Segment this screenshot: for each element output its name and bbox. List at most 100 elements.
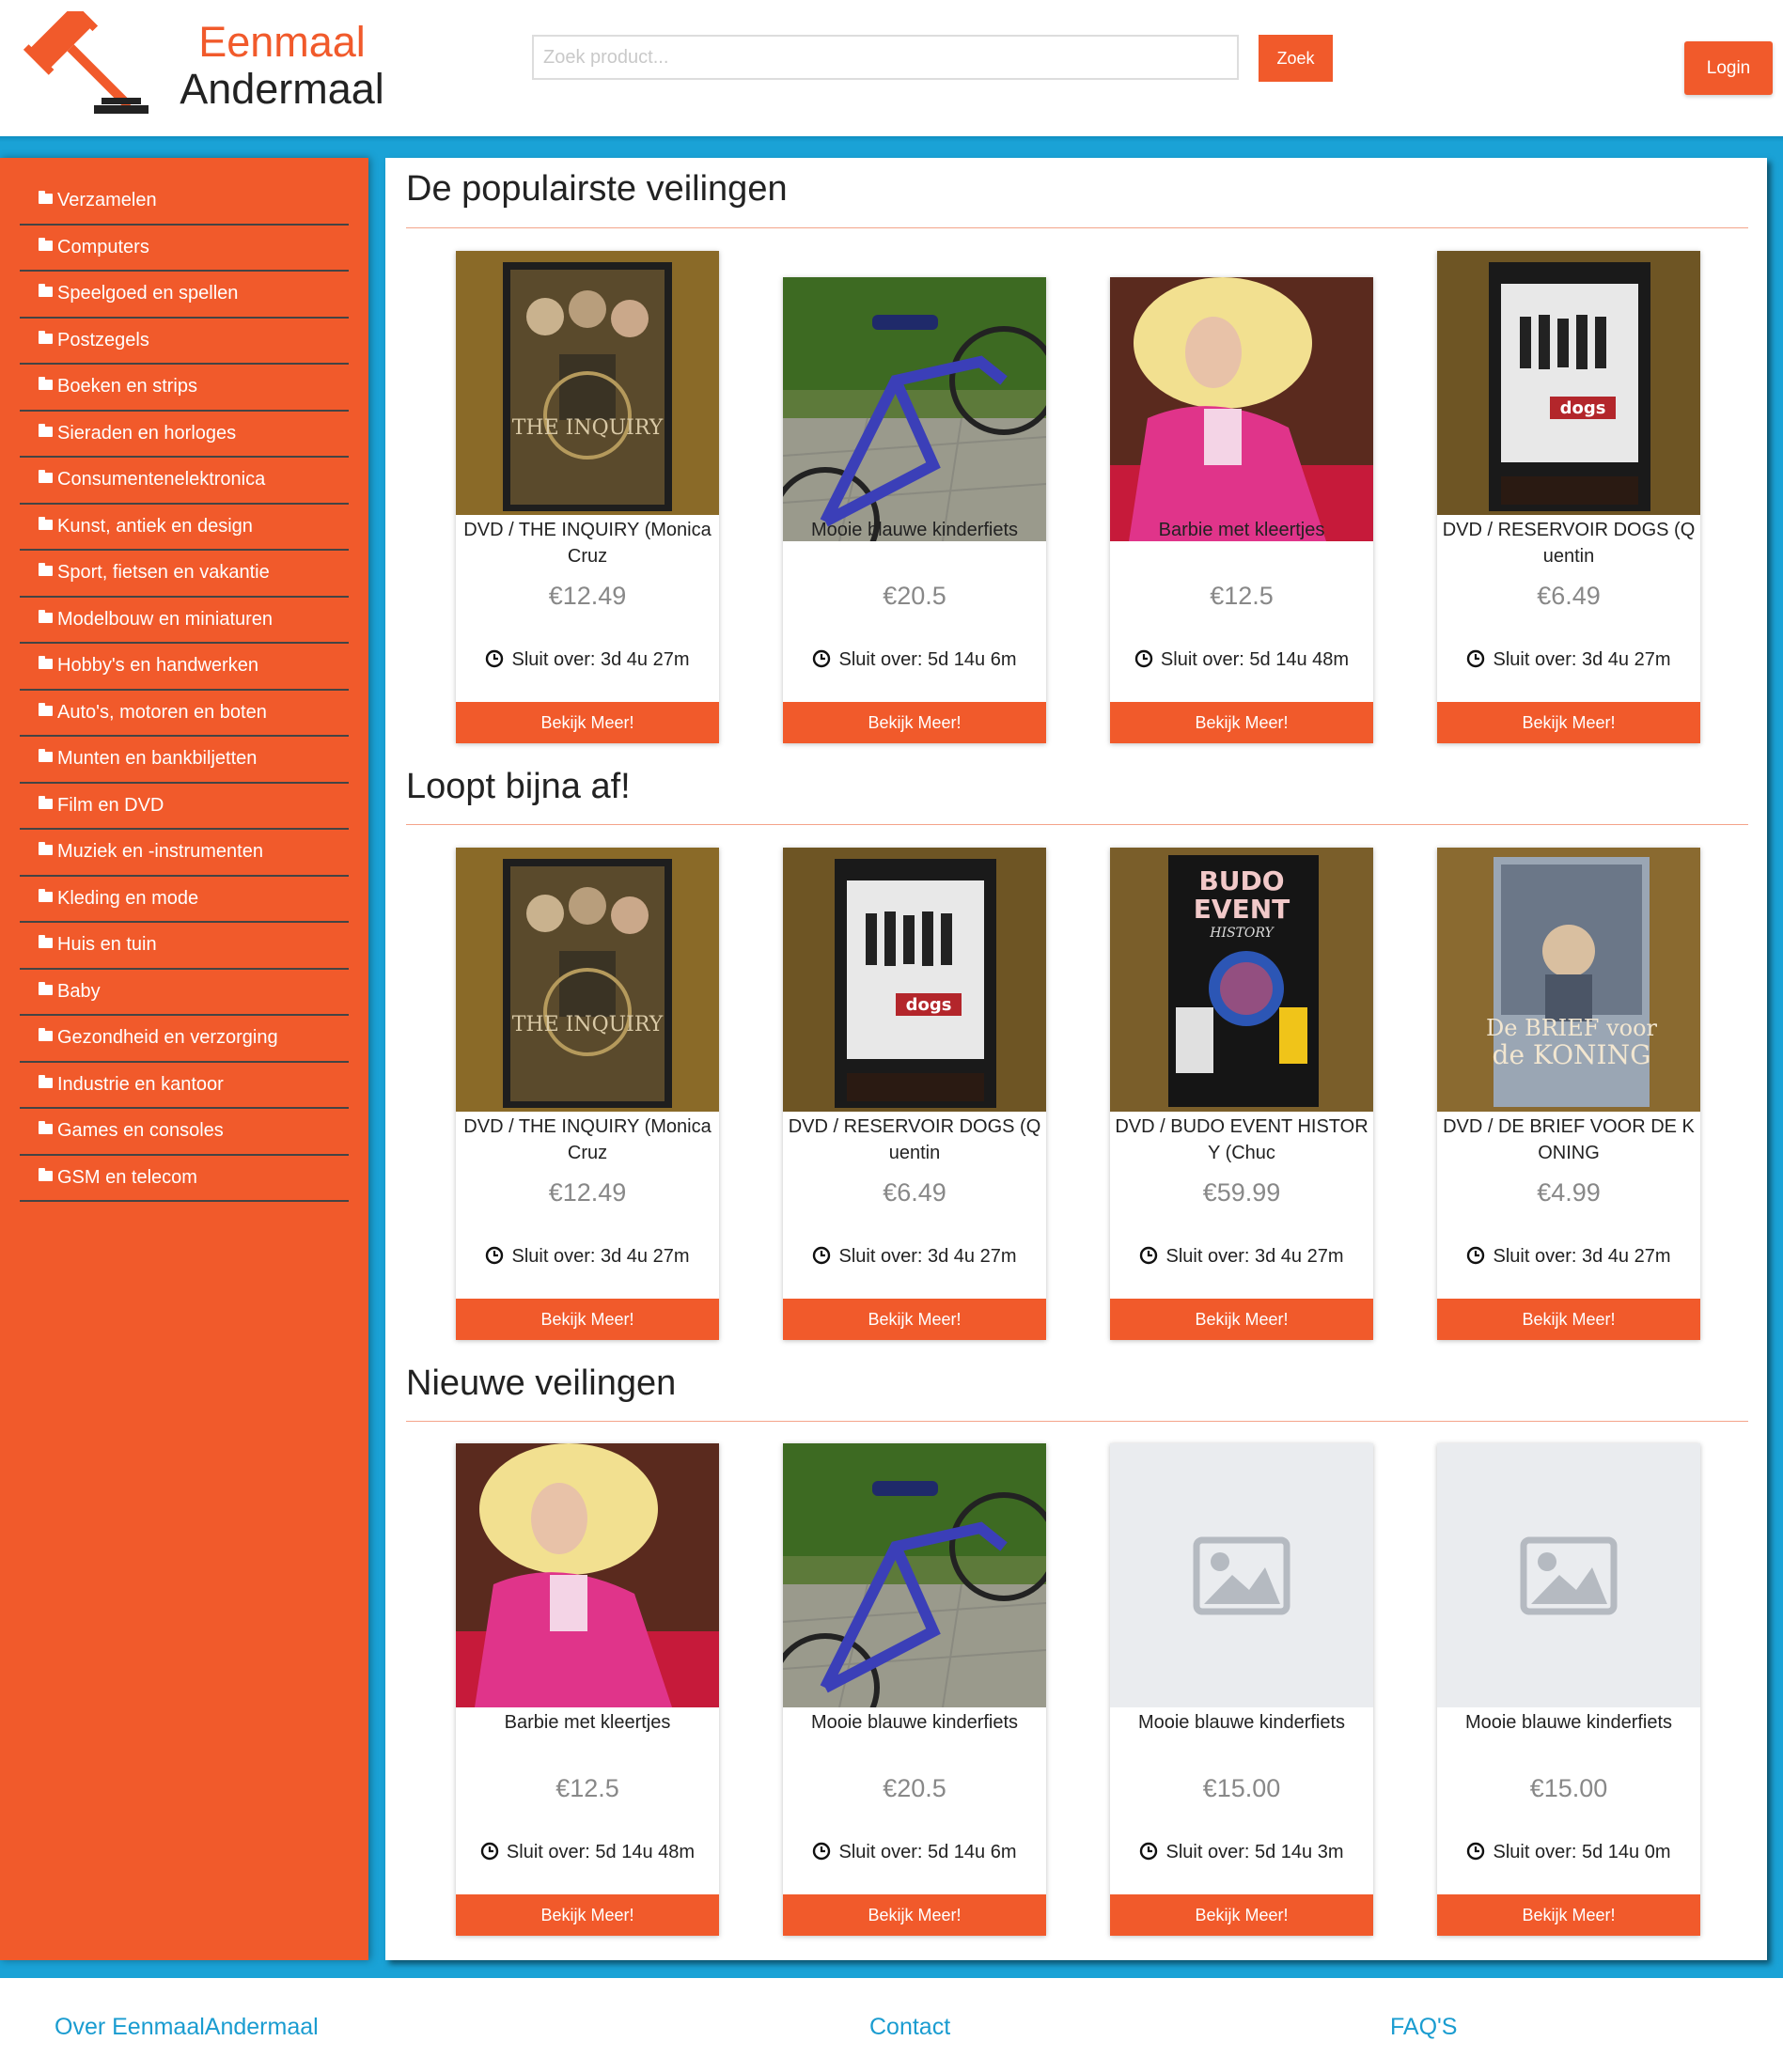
product-image[interactable]: dogs xyxy=(1437,251,1700,515)
auction-card[interactable]: Barbie met kleertjes €12.5 Sluit over: 5d … xyxy=(1110,277,1373,743)
clock-icon xyxy=(480,1842,499,1861)
footer-contact-link[interactable]: Contact xyxy=(869,2014,950,2041)
section-title: Loopt bijna af! xyxy=(406,767,631,806)
sidebar-category-item[interactable]: Boeken en strips xyxy=(20,365,349,412)
product-price: €12.49 xyxy=(548,1178,627,1207)
image-placeholder-icon[interactable] xyxy=(1110,1443,1373,1707)
clock-icon xyxy=(1139,1246,1158,1265)
view-more-button[interactable]: Bekijk Meer! xyxy=(783,1894,1046,1936)
footer-faq-link[interactable]: FAQ'S xyxy=(1390,2014,1457,2041)
closing-time: Sluit over: 5d 14u 6m xyxy=(783,649,1046,671)
view-more-button[interactable]: Bekijk Meer! xyxy=(456,702,719,743)
folder-icon xyxy=(39,377,53,391)
search-input[interactable] xyxy=(532,35,1239,80)
view-more-button[interactable]: Bekijk Meer! xyxy=(1110,1299,1373,1340)
login-button[interactable]: Login xyxy=(1684,41,1773,95)
auction-card[interactable]: BUDO EVENT HISTORY DVD / BUDO EVENT HISTORY… xyxy=(1110,848,1373,1340)
product-image[interactable] xyxy=(783,277,1046,541)
closing-time: Sluit over: 3d 4u 27m xyxy=(1110,1246,1373,1268)
auction-card[interactable]: Mooie blauwe kinderfiets €15.00 Sluit over… xyxy=(1110,1443,1373,1936)
view-more-button[interactable]: Bekijk Meer! xyxy=(1437,1894,1700,1936)
sidebar-category-item[interactable]: Auto's, motoren en boten xyxy=(20,691,349,737)
folder-icon xyxy=(39,609,53,623)
sidebar-category-item[interactable]: Baby xyxy=(20,970,349,1016)
sidebar-category-label: Hobby's en handwerken xyxy=(57,655,258,677)
product-image[interactable]: dogs xyxy=(783,848,1046,1112)
brand-line-2: Andermaal xyxy=(180,64,384,113)
auction-card[interactable]: Mooie blauwe kinderfiets €20.5 Sluit over:… xyxy=(783,277,1046,743)
sidebar-category-label: Computers xyxy=(57,236,149,257)
closing-label: Sluit over: xyxy=(506,1842,590,1862)
view-more-button[interactable]: Bekijk Meer! xyxy=(783,702,1046,743)
sidebar-category-item[interactable]: Modelbouw en miniaturen xyxy=(20,598,349,644)
footer-about-link[interactable]: Over EenmaalAndermaal xyxy=(55,2014,319,2041)
sidebar-category-item[interactable]: GSM en telecom xyxy=(20,1156,349,1202)
view-more-button[interactable]: Bekijk Meer! xyxy=(456,1299,719,1340)
auction-card[interactable]: THE INQUIRY DVD / THE INQUIRY (Monica Cru… xyxy=(456,251,719,743)
image-placeholder-icon[interactable] xyxy=(1437,1443,1700,1707)
sidebar-category-item[interactable]: Consumentenelektronica xyxy=(20,458,349,505)
product-image[interactable]: THE INQUIRY xyxy=(456,848,719,1112)
product-image[interactable] xyxy=(456,1443,719,1707)
auction-card[interactable]: Mooie blauwe kinderfiets €15.00 Sluit over… xyxy=(1437,1443,1700,1936)
sidebar-category-item[interactable]: Huis en tuin xyxy=(20,923,349,970)
sidebar-category-item[interactable]: Speelgoed en spellen xyxy=(20,272,349,319)
product-image[interactable] xyxy=(783,1443,1046,1707)
view-more-button[interactable]: Bekijk Meer! xyxy=(1110,702,1373,743)
gavel-icon[interactable] xyxy=(9,0,150,124)
product-title: Mooie blauwe kinderfiets xyxy=(1137,1712,1346,1733)
search-button[interactable]: Zoek xyxy=(1259,35,1333,82)
sidebar-category-item[interactable]: Sieraden en horloges xyxy=(20,412,349,458)
closing-time: Sluit over: 3d 4u 27m xyxy=(1437,1246,1700,1268)
auction-card[interactable]: Mooie blauwe kinderfiets €20.5 Sluit over:… xyxy=(783,1443,1046,1936)
svg-text:THE INQUIRY: THE INQUIRY xyxy=(512,416,664,440)
sidebar-category-item[interactable]: Computers xyxy=(20,226,349,272)
view-more-button[interactable]: Bekijk Meer! xyxy=(1110,1894,1373,1936)
closing-time: Sluit over: 5d 14u 48m xyxy=(1110,649,1373,671)
view-more-button[interactable]: Bekijk Meer! xyxy=(1437,702,1700,743)
sidebar-category-item[interactable]: Verzamelen xyxy=(20,179,349,226)
clock-icon xyxy=(812,649,831,668)
sidebar-category-item[interactable]: Kunst, antiek en design xyxy=(20,505,349,551)
folder-icon xyxy=(39,330,53,344)
product-image[interactable] xyxy=(1110,277,1373,541)
auction-card[interactable]: THE INQUIRY DVD / THE INQUIRY (Monica Cru… xyxy=(456,848,719,1340)
sidebar-category-item[interactable]: Games en consoles xyxy=(20,1109,349,1156)
closing-countdown: 5d 14u 3m xyxy=(1254,1842,1344,1862)
closing-time: Sluit over: 3d 4u 27m xyxy=(1437,649,1700,671)
brand-name[interactable]: Eenmaal Andermaal xyxy=(164,19,399,112)
closing-label: Sluit over: xyxy=(511,649,596,670)
section-divider xyxy=(406,1421,1748,1422)
sidebar-category-item[interactable]: Gezondheid en verzorging xyxy=(20,1016,349,1063)
auction-card[interactable]: De BRIEF voor de KONING DVD / DE BRIEF VOO… xyxy=(1437,848,1700,1340)
sidebar-category-item[interactable]: Kleding en mode xyxy=(20,877,349,923)
view-more-button[interactable]: Bekijk Meer! xyxy=(1437,1299,1700,1340)
sidebar-category-item[interactable]: Film en DVD xyxy=(20,784,349,830)
auction-card[interactable]: dogs DVD / RESERVOIR DOGS (Quentin €6.49 Sl… xyxy=(1437,251,1700,743)
clock-icon xyxy=(812,1842,831,1861)
auction-card[interactable]: Barbie met kleertjes €12.5 Sluit over: 5d … xyxy=(456,1443,719,1936)
closing-label: Sluit over: xyxy=(1493,1842,1577,1862)
sidebar-category-item[interactable]: Postzegels xyxy=(20,319,349,365)
product-image[interactable]: THE INQUIRY xyxy=(456,251,719,515)
view-more-button[interactable]: Bekijk Meer! xyxy=(456,1894,719,1936)
closing-time: Sluit over: 5d 14u 48m xyxy=(456,1842,719,1863)
sidebar-category-label: Kleding en mode xyxy=(57,887,199,909)
sidebar-category-item[interactable]: Industrie en kantoor xyxy=(20,1063,349,1109)
closing-time: Sluit over: 5d 14u 0m xyxy=(1437,1842,1700,1863)
sidebar-category-item[interactable]: Munten en bankbiljetten xyxy=(20,737,349,784)
closing-time: Sluit over: 3d 4u 27m xyxy=(783,1246,1046,1268)
product-image[interactable]: BUDO EVENT HISTORY xyxy=(1110,848,1373,1112)
sidebar-category-item[interactable]: Muziek en -instrumenten xyxy=(20,830,349,877)
view-more-button[interactable]: Bekijk Meer! xyxy=(783,1299,1046,1340)
sidebar-category-label: Muziek en -instrumenten xyxy=(57,841,263,863)
section-title: Nieuwe veilingen xyxy=(406,1363,677,1403)
sidebar-category-item[interactable]: Hobby's en handwerken xyxy=(20,644,349,691)
product-image[interactable]: De BRIEF voor de KONING xyxy=(1437,848,1700,1112)
closing-label: Sluit over: xyxy=(1493,649,1577,670)
sidebar-category-item[interactable]: Sport, fietsen en vakantie xyxy=(20,551,349,598)
auction-card[interactable]: dogs DVD / RESERVOIR DOGS (Quentin €6.49 Sl… xyxy=(783,848,1046,1340)
folder-icon xyxy=(39,1167,53,1181)
brand-line-1: Eenmaal xyxy=(198,18,366,66)
sidebar-category-label: Games en consoles xyxy=(57,1120,224,1142)
